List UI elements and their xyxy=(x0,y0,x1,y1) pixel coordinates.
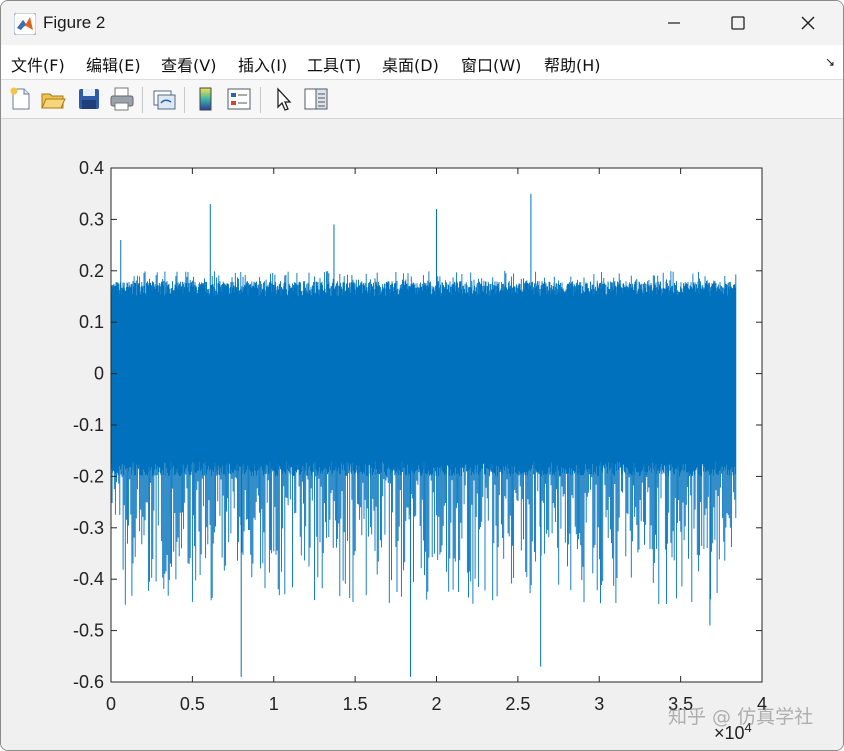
x-tick-label: 2.5 xyxy=(505,694,530,714)
x-tick-label: 2 xyxy=(431,694,441,714)
menu-insert[interactable]: 插入(I) xyxy=(238,52,287,76)
menu-help[interactable]: 帮助(H) xyxy=(544,52,601,76)
menu-bar: 文件(F) 编辑(E) 查看(V) 插入(I) 工具(T) 桌面(D) 窗口(W… xyxy=(1,45,843,80)
link-plot-icon[interactable] xyxy=(150,85,178,113)
y-tick-label: -0.1 xyxy=(73,415,104,435)
y-tick-label: 0.2 xyxy=(79,261,104,281)
close-icon xyxy=(801,16,815,30)
y-tick-label: 0.1 xyxy=(79,312,104,332)
x-tick-label: 3 xyxy=(594,694,604,714)
window-title: Figure 2 xyxy=(43,13,106,32)
insert-legend-icon[interactable] xyxy=(225,85,253,113)
x-tick-label: 0 xyxy=(106,694,116,714)
menu-edit[interactable]: 编辑(E) xyxy=(86,52,141,76)
matlab-logo-icon xyxy=(14,13,36,35)
maximize-button[interactable] xyxy=(715,1,761,45)
toolbar-separator xyxy=(142,87,143,113)
y-tick-label: 0 xyxy=(94,364,104,384)
menu-file[interactable]: 文件(F) xyxy=(11,52,65,76)
close-button[interactable] xyxy=(785,1,831,45)
menu-desktop[interactable]: 桌面(D) xyxy=(382,52,439,76)
x-tick-label: 0.5 xyxy=(180,694,205,714)
y-tick-label: -0.2 xyxy=(73,466,104,486)
toolbar-separator xyxy=(184,87,185,113)
figure-canvas[interactable]: 0.4 0.3 0.2 0.1 0 -0.1 -0.2 -0.3 -0.4 -0.5 -0.6 0 0.… xyxy=(1,119,843,750)
toolbar-separator xyxy=(260,87,261,113)
print-icon[interactable] xyxy=(108,85,136,113)
minimize-icon xyxy=(668,22,680,24)
maximize-icon xyxy=(731,16,745,30)
edit-plot-arrow-icon[interactable] xyxy=(269,85,297,113)
watermark-text: 知乎 @ 仿真学社 xyxy=(668,706,814,728)
menu-tools[interactable]: 工具(T) xyxy=(307,52,361,76)
property-editor-icon[interactable] xyxy=(302,85,330,113)
y-tick-label: -0.3 xyxy=(73,518,104,538)
new-figure-icon[interactable] xyxy=(7,85,35,113)
figure-window: Figure 2 文件(F) 编辑(E) 查看(V) 插入(I) 工具(T) 桌… xyxy=(0,0,844,751)
save-icon[interactable] xyxy=(75,85,103,113)
y-tick-label: 0.3 xyxy=(79,209,104,229)
menu-window[interactable]: 窗口(W) xyxy=(461,52,521,76)
signal-plot[interactable]: 0.40.30.20.10-0.1-0.2-0.3-0.4-0.5-0.60 0.… xyxy=(1,119,843,750)
title-bar[interactable]: Figure 2 xyxy=(1,1,843,45)
open-file-icon[interactable] xyxy=(39,85,67,113)
y-tick-label: -0.6 xyxy=(73,672,104,692)
insert-colorbar-icon[interactable] xyxy=(192,85,220,113)
figure-toolbar xyxy=(1,80,843,119)
y-tick-label: -0.4 xyxy=(73,569,104,589)
x-tick-label: 1.5 xyxy=(343,694,368,714)
menu-view[interactable]: 查看(V) xyxy=(161,52,216,76)
y-tick-label: 0.4 xyxy=(79,158,104,178)
dock-arrow-icon[interactable]: ↘ xyxy=(825,55,835,69)
x-tick-label: 1 xyxy=(269,694,279,714)
minimize-button[interactable] xyxy=(651,1,697,45)
y-tick-label: -0.5 xyxy=(73,621,104,641)
